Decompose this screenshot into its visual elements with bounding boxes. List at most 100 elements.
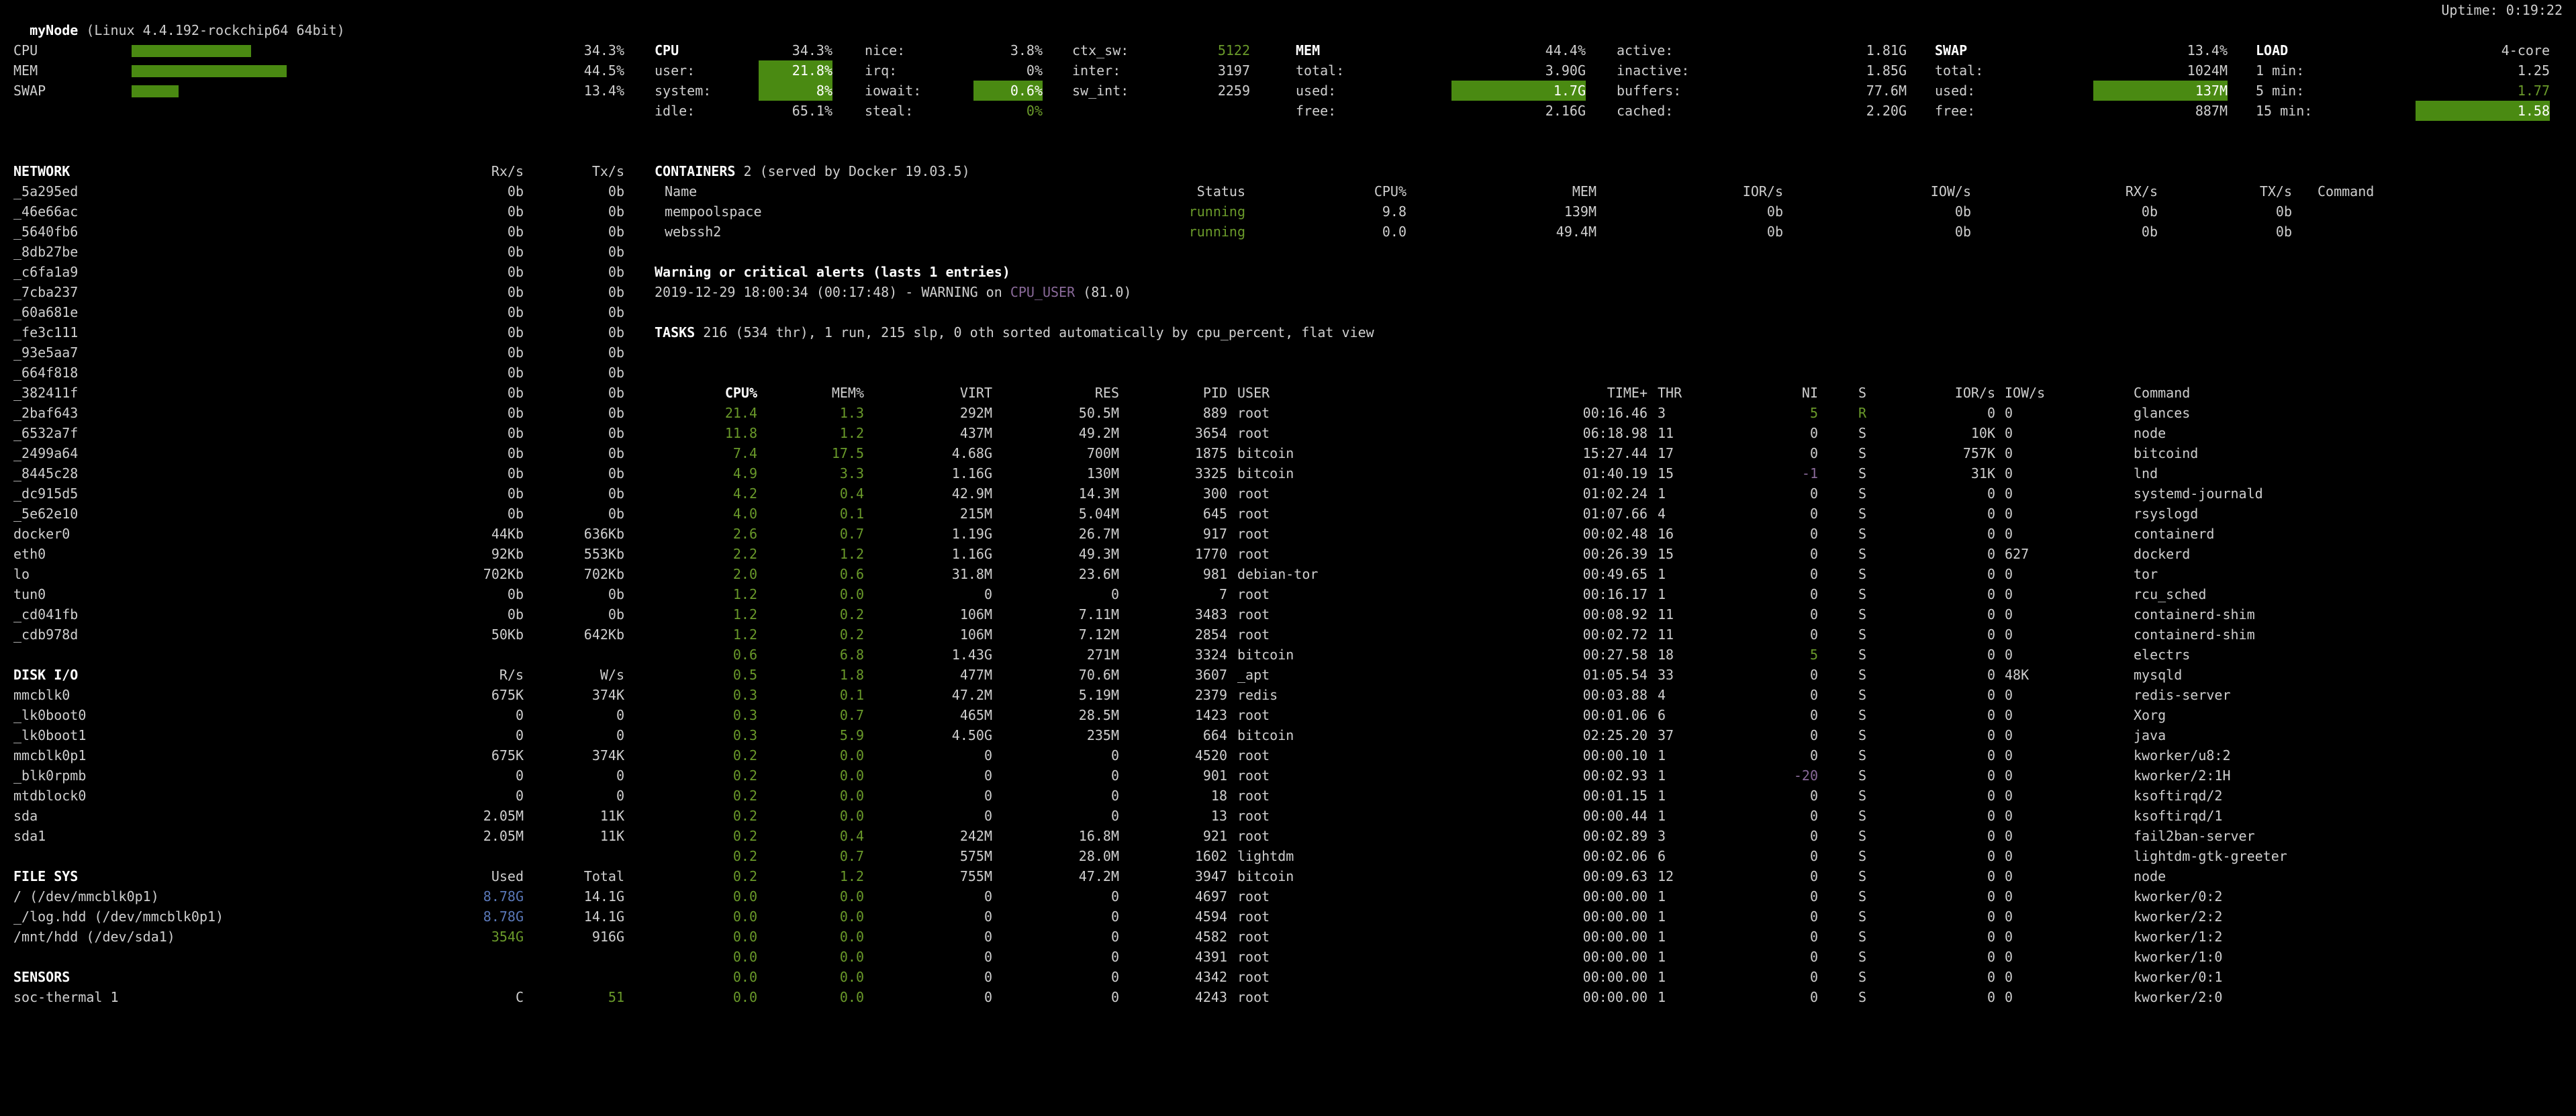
process-cell: 0 — [984, 808, 992, 824]
process-command: Xorg — [2134, 707, 2166, 723]
process-cell: 0 — [1809, 586, 1818, 602]
process-command: electrs — [2134, 647, 2191, 663]
network-tx: 0b — [608, 606, 624, 622]
stat-value: 1024M — [2187, 62, 2228, 79]
process-cell: 0 — [2005, 969, 2013, 985]
process-cell: 0 — [984, 888, 992, 904]
process-cell: 0 — [1987, 848, 1995, 864]
process-header: RES — [1094, 385, 1119, 401]
stat-value: 887M — [2195, 103, 2228, 119]
process-header: THR — [1658, 385, 1682, 401]
container-header: RX/s — [2125, 183, 2158, 199]
process-cell: 0.0 — [839, 929, 864, 945]
process-command: node — [2134, 425, 2166, 441]
process-cell: 0 — [2005, 828, 2013, 844]
container-cell: 0b — [1954, 203, 1971, 220]
process-cell: 28.5M — [1078, 707, 1119, 723]
process-cell: 00:08.92 — [1582, 606, 1648, 622]
network-iface: _5640fb6 — [13, 224, 79, 240]
network-iface: _60a681e — [13, 304, 79, 320]
fs-mount: _/log.hdd (/dev/mmcblk0p1) — [13, 909, 224, 925]
container-cell: running — [1188, 203, 1245, 220]
process-cell: 17 — [1658, 445, 1674, 461]
process-cell: 106M — [959, 606, 992, 622]
process-cell: 0 — [1809, 929, 1818, 945]
process-cell: 2854 — [1194, 626, 1227, 643]
cpu-title: CPU — [655, 42, 679, 58]
process-cell: bitcoin — [1237, 445, 1294, 461]
stat-key: cached: — [1617, 103, 1674, 119]
process-cell: 0 — [2005, 566, 2013, 582]
process-cell: S — [1858, 969, 1867, 985]
containers-title: CONTAINERS — [655, 163, 736, 179]
process-command: redis-server — [2134, 687, 2231, 703]
disk-name: sda — [13, 808, 38, 824]
network-rx: 0b — [507, 385, 524, 401]
container-cell: 49.4M — [1556, 224, 1596, 240]
process-cell: 0 — [984, 969, 992, 985]
process-cell: 300 — [1202, 485, 1227, 502]
network-tx: 642Kb — [583, 626, 624, 643]
process-cell: 0.1 — [839, 687, 864, 703]
process-command: glances — [2134, 405, 2191, 421]
process-cell: 0 — [2005, 727, 2013, 743]
process-cell: 0 — [2005, 485, 2013, 502]
quicklook-bar — [132, 85, 179, 97]
process-cell: 1 — [1658, 949, 1666, 965]
disk-write: 374K — [591, 687, 624, 703]
process-cell: 00:00.00 — [1582, 989, 1648, 1005]
process-cell: 0 — [1809, 828, 1818, 844]
process-cell: 0 — [1110, 969, 1119, 985]
process-cell: root — [1237, 747, 1270, 763]
process-command: node — [2134, 868, 2166, 884]
process-cell: -1 — [1801, 465, 1818, 481]
process-cell: root — [1237, 626, 1270, 643]
fs-used-header: Used — [491, 868, 524, 884]
process-cell: 00:00.00 — [1582, 888, 1648, 904]
process-cell: redis — [1237, 687, 1278, 703]
stat-key: inter: — [1072, 62, 1121, 79]
network-tx: 0b — [608, 465, 624, 481]
process-cell: S — [1858, 526, 1867, 542]
process-cell: bitcoin — [1237, 465, 1294, 481]
process-cell: 1.2 — [839, 425, 864, 441]
process-cell: S — [1858, 506, 1867, 522]
process-cell: 00:00.44 — [1582, 808, 1648, 824]
process-cell: 15:27.44 — [1582, 445, 1648, 461]
process-cell: 4243 — [1194, 989, 1227, 1005]
network-iface: _fe3c111 — [13, 324, 79, 340]
process-cell: 0.7 — [839, 848, 864, 864]
process-cell: root — [1237, 526, 1270, 542]
stat-key: active: — [1617, 42, 1674, 58]
process-cell: 0 — [2005, 989, 2013, 1005]
process-cell: 31.8M — [951, 566, 992, 582]
process-cell: 18 — [1210, 788, 1227, 804]
process-cell: 16 — [1658, 526, 1674, 542]
disk-name: mmcblk0p1 — [13, 747, 87, 763]
disk-read: 0 — [515, 788, 524, 804]
process-cell: 7.4 — [732, 445, 757, 461]
disk-name: sda1 — [13, 828, 46, 844]
process-cell: 26.7M — [1078, 526, 1119, 542]
network-rx: 92Kb — [491, 546, 524, 562]
fs-total: 916G — [591, 929, 624, 945]
network-tx: 0b — [608, 365, 624, 381]
process-cell: bitcoin — [1237, 647, 1294, 663]
process-cell: 0 — [2005, 626, 2013, 643]
network-tx: 0b — [608, 183, 624, 199]
container-header: CPU% — [1374, 183, 1406, 199]
process-cell: 1423 — [1194, 707, 1227, 723]
process-cell: 48K — [2005, 667, 2030, 683]
process-cell: root — [1237, 586, 1270, 602]
stat-value: 1.7G — [1451, 81, 1586, 101]
sensors-title: SENSORS — [13, 969, 70, 985]
process-cell: R — [1858, 405, 1867, 421]
diskio-w-header: W/s — [600, 667, 624, 683]
process-cell: bitcoin — [1237, 868, 1294, 884]
process-cell: 0 — [2005, 526, 2013, 542]
process-cell: 0 — [1110, 788, 1119, 804]
process-cell: 00:01.06 — [1582, 707, 1648, 723]
process-cell: 0.0 — [732, 888, 757, 904]
container-cell: 9.8 — [1382, 203, 1406, 220]
network-tx: 0b — [608, 203, 624, 220]
